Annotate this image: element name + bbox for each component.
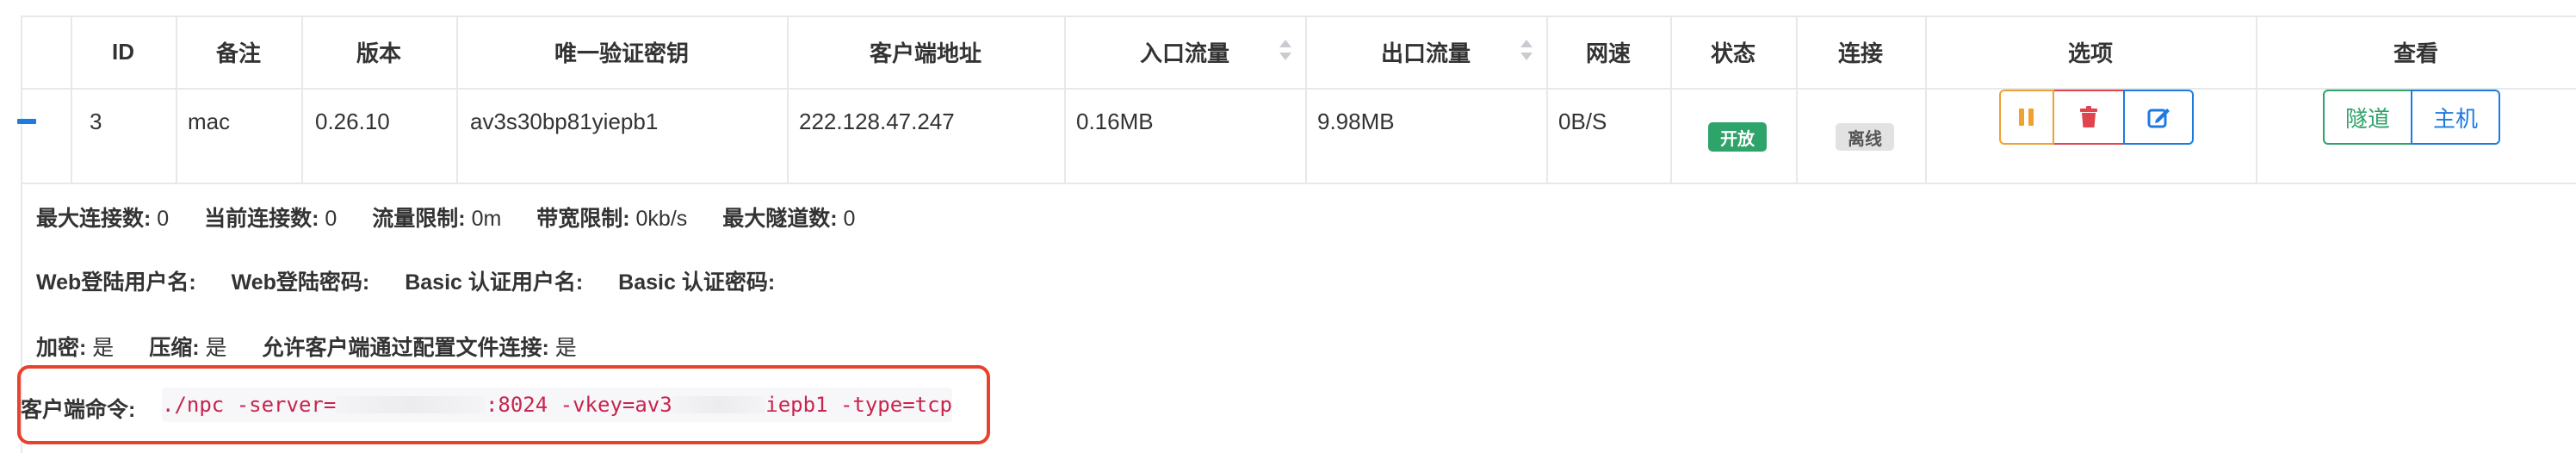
command-part-1: ./npc -server= [162, 393, 337, 417]
edit-icon [2147, 109, 2170, 128]
command-part-2: :8024 -vkey=av3 [485, 393, 672, 417]
web-user-label: Web登陆用户名: [36, 270, 196, 295]
delete-button[interactable] [2054, 90, 2123, 145]
connection-badge: 离线 [1836, 123, 1894, 151]
row-divider [21, 183, 2576, 184]
redacted-vkey [672, 396, 766, 413]
edit-button[interactable] [2123, 90, 2194, 145]
host-button[interactable]: 主机 [2411, 90, 2500, 145]
compress-label: 压缩: [149, 336, 200, 360]
rate-limit-value: 0kb/s [635, 207, 688, 231]
config-conn-value: 是 [554, 336, 577, 360]
command-label: 客户端命令: [21, 398, 136, 422]
web-pass-label: Web登陆密码: [231, 270, 370, 295]
trash-icon [2080, 106, 2097, 127]
header-status[interactable]: 状态 [1670, 16, 1796, 88]
flow-limit-label: 流量限制: [372, 207, 466, 231]
header-connection[interactable]: 连接 [1796, 16, 1925, 88]
cell-remark: mac [188, 108, 231, 134]
cur-conn-value: 0 [325, 207, 337, 231]
crypt-label: 加密: [36, 336, 87, 360]
max-tunnel-label: 最大隧道数: [722, 207, 838, 231]
status-badge: 开放 [1708, 122, 1767, 152]
detail-auth: Web登陆用户名: Web登陆密码: Basic 认证用户名: Basic 认证… [36, 265, 775, 296]
header-id[interactable]: ID [71, 16, 176, 88]
sort-icon[interactable] [1279, 40, 1291, 64]
cell-client-addr: 222.128.47.247 [799, 108, 955, 134]
pause-icon [2019, 109, 2034, 126]
tunnel-button[interactable]: 隧道 [2323, 90, 2412, 145]
cur-conn-label: 当前连接数: [204, 207, 319, 231]
cell-speed: 0B/S [1558, 108, 1607, 134]
compress-value: 是 [205, 336, 227, 360]
header-options: 选项 [2067, 40, 2113, 66]
detail-limits: 最大连接数: 0 当前连接数: 0 流量限制: 0m 带宽限制: 0kb/s 最… [36, 202, 884, 233]
header-divider [21, 88, 2576, 90]
rate-limit-label: 带宽限制: [536, 207, 630, 231]
minus-icon[interactable] [17, 119, 36, 124]
max-tunnel-value: 0 [843, 207, 856, 231]
basic-user-label: Basic 认证用户名: [405, 270, 584, 295]
max-conn-label: 最大连接数: [36, 207, 152, 231]
config-conn-label: 允许客户端通过配置文件连接: [262, 336, 549, 360]
header-view: 查看 [2393, 40, 2438, 66]
max-conn-value: 0 [157, 207, 170, 231]
cell-export-flow: 9.98MB [1317, 108, 1395, 134]
detail-options: 加密: 是 压缩: 是 允许客户端通过配置文件连接: 是 [36, 331, 606, 362]
basic-pass-label: Basic 认证密码: [618, 270, 776, 295]
sort-icon[interactable] [1520, 40, 1533, 64]
cell-vkey: av3s30bp81yiepb1 [470, 108, 659, 134]
pause-button[interactable] [1999, 90, 2054, 145]
crypt-value: 是 [92, 336, 115, 360]
flow-limit-value: 0m [471, 207, 502, 231]
cell-id: 3 [90, 108, 102, 134]
cell-inlet-flow: 0.16MB [1076, 108, 1154, 134]
redacted-server [336, 396, 486, 413]
client-command[interactable]: ./npc -server= :8024 -vkey=av3 iepb1 -ty… [162, 388, 952, 422]
cell-version: 0.26.10 [315, 108, 390, 134]
command-part-3: iepb1 -type=tcp [765, 393, 952, 417]
